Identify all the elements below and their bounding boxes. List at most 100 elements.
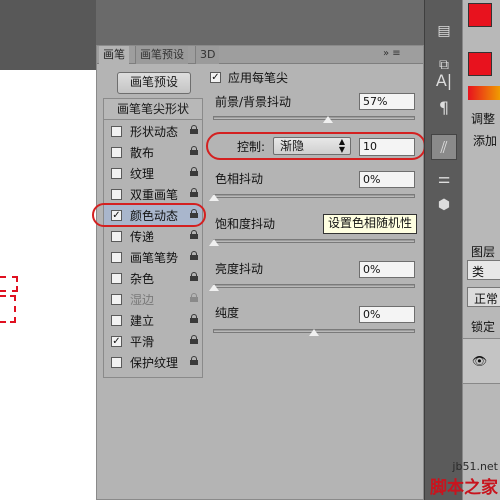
- list-item-label: 画笔笔势: [130, 251, 179, 265]
- color-swatch[interactable]: [468, 52, 492, 76]
- hue-jitter-field[interactable]: 0%: [359, 171, 415, 188]
- history-icon[interactable]: ▤: [431, 18, 457, 44]
- blend-mode-select[interactable]: 正常: [467, 287, 500, 307]
- brush-stroke: [0, 295, 16, 323]
- list-item-label: 杂色: [130, 272, 155, 286]
- list-item-label: 散布: [130, 146, 155, 160]
- lock-icon[interactable]: [190, 314, 198, 323]
- lock-icon[interactable]: [190, 251, 198, 260]
- highlight-control-annotation: [206, 132, 426, 160]
- checkbox[interactable]: [111, 273, 122, 284]
- list-item-wet-edges[interactable]: 湿边: [104, 289, 202, 310]
- slider-thumb[interactable]: [208, 193, 220, 201]
- brightness-jitter-label: 亮度抖动: [215, 262, 264, 276]
- list-item-noise[interactable]: 杂色: [104, 268, 202, 289]
- slider-thumb[interactable]: [322, 115, 334, 123]
- brush-stroke: [0, 276, 18, 292]
- purity-field[interactable]: 0%: [359, 306, 415, 323]
- tooltip: 设置色相随机性: [323, 214, 418, 234]
- lock-label: 锁定: [471, 320, 496, 334]
- brush-tip-shape-item[interactable]: 画笔笔尖形状: [104, 99, 202, 120]
- checkbox[interactable]: [111, 315, 122, 326]
- checkbox[interactable]: [111, 231, 122, 242]
- list-item-label: 传递: [130, 230, 155, 244]
- panel-icon-strip: ▤ ⧉ A| ¶ ⫽ ⚌ ⬢: [424, 0, 462, 500]
- checkbox[interactable]: [111, 294, 122, 305]
- list-item-dual-brush[interactable]: 双重画笔: [104, 184, 202, 205]
- canvas-background: [0, 0, 96, 70]
- right-panel-column: 调整 添加 图层 类 正常 锁定 👁: [462, 0, 500, 500]
- list-item-build-up[interactable]: 建立: [104, 310, 202, 331]
- purity-label: 纯度: [215, 306, 240, 320]
- list-item-label: 双重画笔: [130, 188, 179, 202]
- saturation-jitter-slider[interactable]: [208, 238, 415, 246]
- brightness-jitter-field[interactable]: 0%: [359, 261, 415, 278]
- lock-icon: [190, 293, 198, 302]
- checkbox[interactable]: [111, 147, 122, 158]
- brush-panel: 画笔 画笔预设 3D » ≡ 画笔预设 画笔笔尖形状 形状动态 散布 纹理 双重…: [96, 45, 424, 500]
- purity-slider[interactable]: [213, 328, 415, 336]
- list-item-shape-dynamics[interactable]: 形状动态: [104, 121, 202, 142]
- foreground-color-swatch[interactable]: [468, 3, 492, 27]
- checkbox[interactable]: [111, 189, 122, 200]
- add-adjustment-label: 添加: [473, 134, 498, 148]
- brush-presets-button[interactable]: 画笔预设: [117, 72, 191, 94]
- lock-icon[interactable]: [190, 335, 198, 344]
- tab-brush[interactable]: 画笔: [99, 46, 129, 64]
- list-item-label: 平滑: [130, 335, 155, 349]
- brush-panel-icon[interactable]: ⫽: [431, 134, 457, 160]
- hue-jitter-slider[interactable]: [208, 193, 415, 201]
- list-item-protect-texture[interactable]: 保护纹理: [104, 352, 202, 373]
- hue-jitter-label: 色相抖动: [215, 172, 264, 186]
- list-item-label: 建立: [130, 314, 155, 328]
- checkbox[interactable]: [111, 252, 122, 263]
- color-ramp[interactable]: [468, 86, 500, 100]
- lock-icon[interactable]: [190, 272, 198, 281]
- paragraph-icon[interactable]: ¶: [431, 95, 457, 121]
- list-item-texture[interactable]: 纹理: [104, 163, 202, 184]
- list-item-label: 形状动态: [130, 125, 179, 139]
- lock-icon[interactable]: [190, 188, 198, 197]
- lock-icon[interactable]: [190, 146, 198, 155]
- character-icon[interactable]: A|: [431, 68, 457, 94]
- tab-brush-presets[interactable]: 画笔预设: [135, 46, 188, 64]
- list-item-brush-pose[interactable]: 画笔笔势: [104, 247, 202, 268]
- slider-thumb[interactable]: [308, 328, 320, 336]
- lock-icon[interactable]: [190, 230, 198, 239]
- fg-bg-jitter-slider[interactable]: [213, 115, 415, 123]
- fg-bg-jitter-field[interactable]: 57%: [359, 93, 415, 110]
- adjustments-tab[interactable]: 调整: [471, 110, 495, 127]
- list-item-label: 湿边: [130, 293, 155, 307]
- apply-per-tip-checkbox[interactable]: ✓: [210, 72, 221, 83]
- saturation-jitter-label: 饱和度抖动: [215, 217, 276, 231]
- brightness-jitter-slider[interactable]: [208, 283, 415, 291]
- checkbox[interactable]: [111, 126, 122, 137]
- fg-bg-jitter-label: 前景/背景抖动: [215, 95, 292, 109]
- layer-filter-input[interactable]: 类: [467, 260, 500, 280]
- 3d-cube-icon[interactable]: ⬢: [431, 192, 457, 218]
- list-item-smoothing[interactable]: ✓ 平滑: [104, 331, 202, 352]
- list-item-scattering[interactable]: 散布: [104, 142, 202, 163]
- clone-source-icon[interactable]: ⚌: [431, 166, 457, 192]
- eye-icon[interactable]: 👁: [472, 354, 487, 368]
- list-item-transfer[interactable]: 传递: [104, 226, 202, 247]
- document-canvas[interactable]: [0, 70, 96, 500]
- panel-tab-bar: 画笔 画笔预设 3D » ≡: [97, 46, 423, 64]
- layer-row[interactable]: 👁: [463, 338, 500, 384]
- tab-3d[interactable]: 3D: [195, 46, 220, 64]
- slider-thumb[interactable]: [208, 283, 220, 291]
- brush-options-list: 画笔笔尖形状 形状动态 散布 纹理 双重画笔 ✓ 颜色动态 传递 画笔笔势 杂色…: [103, 98, 203, 378]
- slider-thumb[interactable]: [208, 238, 220, 246]
- highlight-color-dynamics-annotation: [92, 203, 206, 227]
- lock-icon[interactable]: [190, 356, 198, 365]
- apply-per-tip-label: 应用每笔尖: [228, 71, 289, 85]
- lock-icon[interactable]: [190, 167, 198, 176]
- checkbox[interactable]: ✓: [111, 336, 122, 347]
- list-item-label: 纹理: [130, 167, 155, 181]
- checkbox[interactable]: [111, 168, 122, 179]
- layers-tab[interactable]: 图层: [471, 243, 495, 260]
- panel-menu-icon[interactable]: » ≡: [383, 48, 401, 59]
- checkbox[interactable]: [111, 357, 122, 368]
- lock-icon[interactable]: [190, 125, 198, 134]
- blend-mode-value: 正常: [474, 292, 499, 306]
